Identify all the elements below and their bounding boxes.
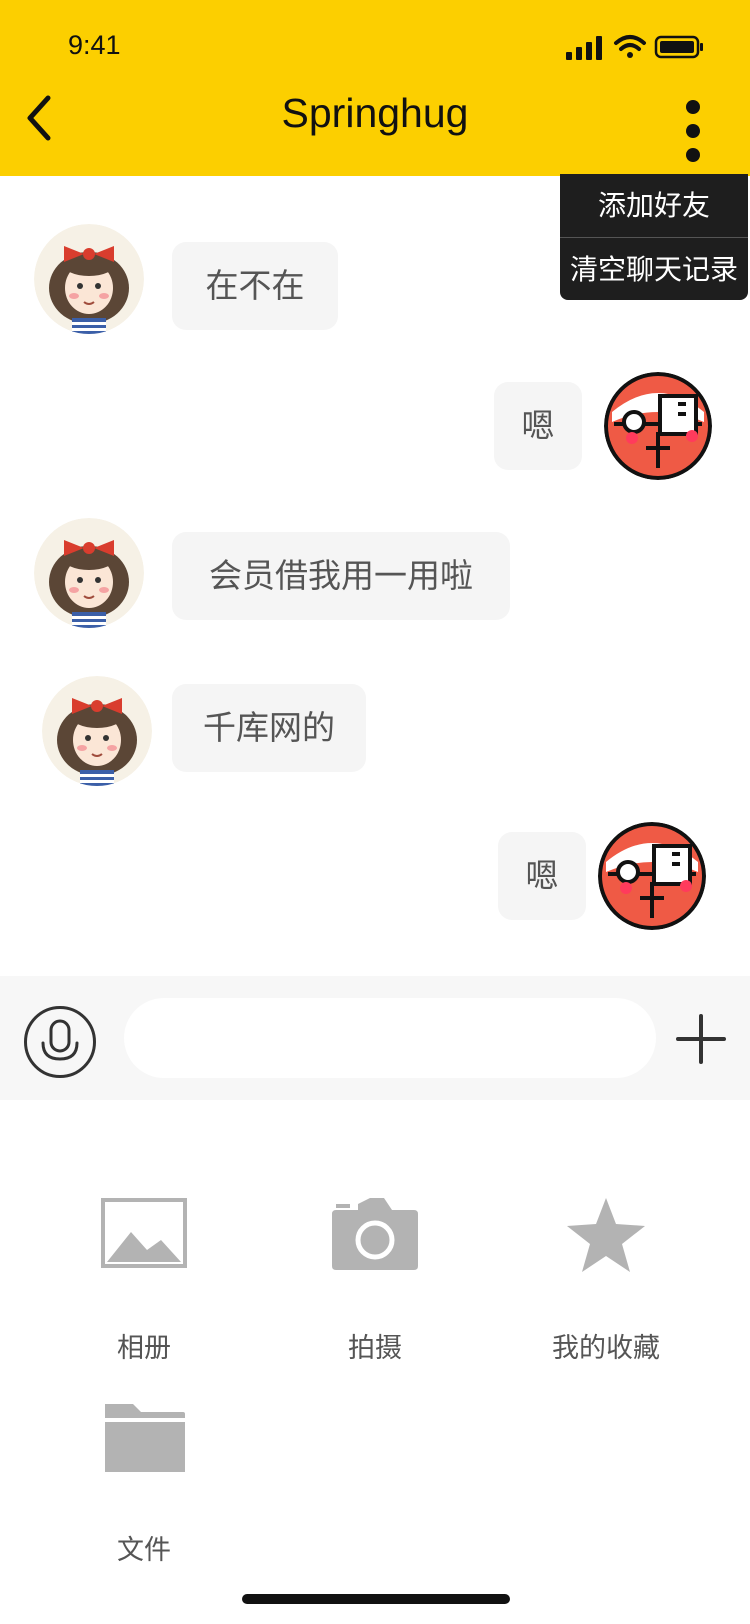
tool-label: 相册 xyxy=(117,1333,171,1364)
contact-avatar[interactable] xyxy=(34,518,144,628)
signal-icon xyxy=(566,36,602,60)
image-icon xyxy=(101,1198,187,1268)
vertical-dots-icon xyxy=(686,100,700,114)
popup-menu: 添加好友 清空聊天记录 xyxy=(560,174,748,300)
wifi-icon xyxy=(614,35,646,58)
microphone-icon xyxy=(41,1019,79,1061)
tool-file[interactable]: 文件 xyxy=(44,1398,244,1567)
menu-item-clear-history[interactable]: 清空聊天记录 xyxy=(560,237,748,300)
message-bubble[interactable]: 嗯 xyxy=(494,382,582,470)
battery-icon xyxy=(654,35,703,59)
plus-button[interactable] xyxy=(674,1012,728,1066)
tool-album[interactable]: 相册 xyxy=(44,1196,244,1365)
input-bar xyxy=(0,976,750,1100)
girl-avatar-icon xyxy=(34,224,144,334)
camera-icon xyxy=(332,1198,418,1270)
contact-avatar[interactable] xyxy=(34,224,144,334)
red-face-avatar-icon xyxy=(598,822,706,930)
message-bubble[interactable]: 嗯 xyxy=(498,832,586,920)
red-face-avatar-icon xyxy=(604,372,712,480)
chat-title: Springhug xyxy=(281,90,469,136)
tool-label: 我的收藏 xyxy=(552,1333,660,1364)
status-icons xyxy=(566,35,703,60)
more-menu-button[interactable] xyxy=(680,100,706,164)
contact-avatar[interactable] xyxy=(42,676,152,786)
home-indicator[interactable] xyxy=(242,1594,510,1604)
girl-avatar-icon xyxy=(34,518,144,628)
message-bubble[interactable]: 会员借我用一用啦 xyxy=(172,532,510,620)
top-bar: 9:41 Springhug xyxy=(0,0,750,176)
plus-icon xyxy=(676,1014,726,1064)
voice-button[interactable] xyxy=(24,1006,96,1078)
my-avatar[interactable] xyxy=(598,822,706,930)
folder-icon xyxy=(105,1404,185,1472)
tool-camera[interactable]: 拍摄 xyxy=(275,1196,475,1365)
message-input[interactable] xyxy=(124,998,656,1078)
message-bubble[interactable]: 千库网的 xyxy=(172,684,366,772)
tool-label: 拍摄 xyxy=(348,1333,402,1364)
my-avatar[interactable] xyxy=(604,372,712,480)
tool-label: 文件 xyxy=(117,1535,171,1566)
message-bubble[interactable]: 在不在 xyxy=(172,242,338,330)
girl-avatar-icon xyxy=(42,676,152,786)
star-icon xyxy=(567,1198,645,1272)
tool-favorites[interactable]: 我的收藏 xyxy=(506,1196,706,1365)
status-time: 9:41 xyxy=(68,30,121,60)
menu-item-add-friend[interactable]: 添加好友 xyxy=(560,174,748,237)
